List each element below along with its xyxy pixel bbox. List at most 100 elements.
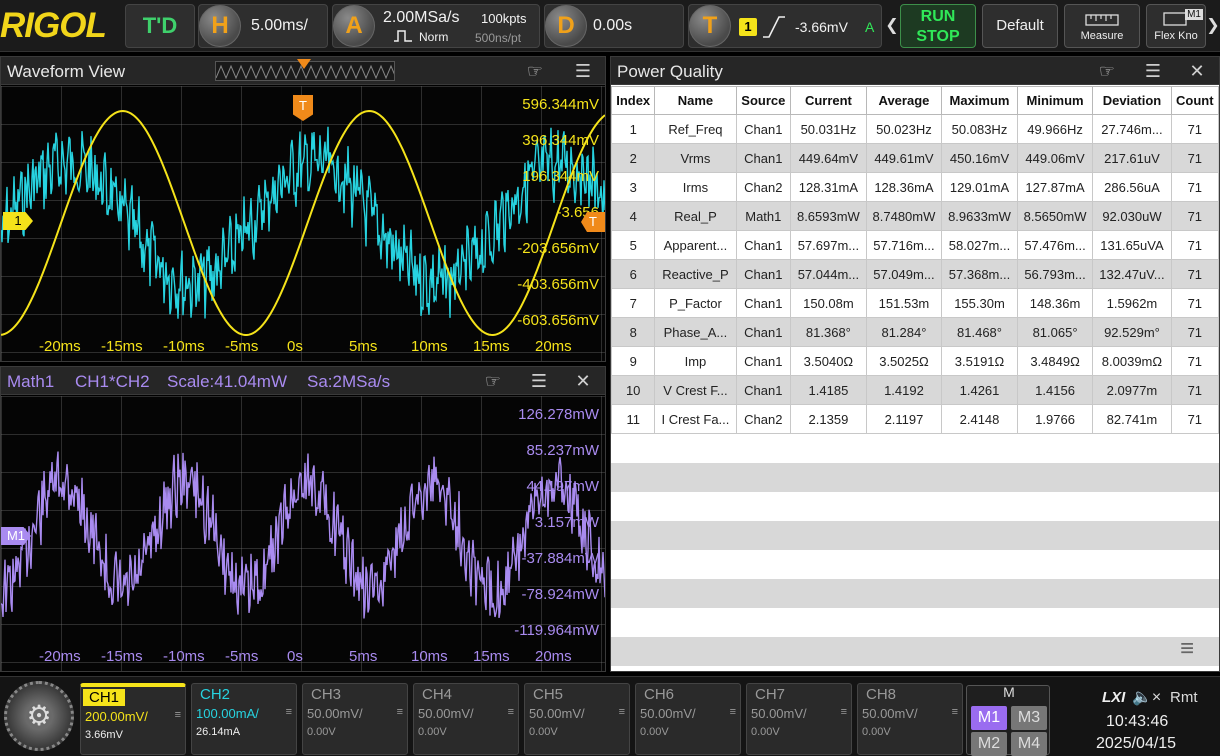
- timebase-value: 5.00ms/: [251, 17, 308, 34]
- toolbar-scroll-right-button[interactable]: ❯: [1206, 4, 1220, 48]
- table-row[interactable]: 7 P_Factor Chan1 150.08m 151.53m 155.30m 148.3…: [611, 288, 1219, 318]
- table-cell: Chan1: [735, 346, 792, 376]
- channel-name: CH3: [311, 686, 342, 703]
- speaker-mute-icon[interactable]: 🔈×: [1132, 687, 1161, 707]
- table-cell: 150.08m: [790, 288, 867, 318]
- table-cell: 8.6593mW: [790, 201, 867, 231]
- toolbar-scroll-left-button[interactable]: ❮: [885, 4, 899, 48]
- channel-offset: 0.00V: [529, 726, 558, 738]
- table-cell: V Crest F...: [654, 375, 737, 405]
- table-cell: 71: [1170, 375, 1219, 405]
- channel-card-ch6[interactable]: CH6 50.00mV/0.00V ≡: [635, 683, 741, 755]
- close-icon[interactable]: ✕: [1185, 59, 1209, 83]
- table-row[interactable]: 4 Real_P Math1 8.6593mW 8.7480mW 8.9633mW 8.56…: [611, 201, 1219, 231]
- column-header[interactable]: Average: [865, 86, 943, 115]
- table-cell: Math1: [735, 201, 792, 231]
- table-cell: 81.284°: [865, 317, 943, 347]
- table-cell: 92.529m°: [1092, 317, 1172, 347]
- horizontal-control[interactable]: H 5.00ms/: [198, 4, 328, 48]
- table-cell: 71: [1170, 317, 1219, 347]
- x-tick-label: -20ms: [39, 338, 81, 355]
- table-row[interactable]: 8 Phase_A... Chan1 81.368° 81.284° 81.468° 81.…: [611, 317, 1219, 347]
- column-header[interactable]: Name: [654, 86, 737, 115]
- channel-card-ch1[interactable]: CH1 200.00mV/3.66mV ≡: [80, 683, 186, 755]
- table-cell: 71: [1170, 114, 1219, 144]
- x-tick-label: 10ms: [411, 648, 448, 665]
- table-cell: 71: [1170, 230, 1219, 260]
- table-row[interactable]: 5 Apparent... Chan1 57.697m... 57.716m... 58.…: [611, 230, 1219, 260]
- column-header[interactable]: Source: [735, 86, 792, 115]
- trigger-control[interactable]: T 1 -3.66mV A: [688, 4, 882, 48]
- channel-card-ch4[interactable]: CH4 50.00mV/0.00V ≡: [413, 683, 519, 755]
- menu-icon[interactable]: ☰: [571, 59, 595, 83]
- table-cell: Chan1: [735, 143, 792, 173]
- table-cell: 450.16mV: [941, 143, 1018, 173]
- touch-icon[interactable]: ☞: [481, 369, 505, 393]
- table-cell: 57.716m...: [865, 230, 943, 260]
- table-row[interactable]: 10 V Crest F... Chan1 1.4185 1.4192 1.4261 1.4…: [611, 375, 1219, 405]
- column-header[interactable]: Minimum: [1016, 86, 1094, 115]
- collapse-icon[interactable]: ≡: [1167, 635, 1207, 663]
- run-stop-button[interactable]: RUN STOP: [900, 4, 976, 48]
- lxi-icon: LXI: [1102, 689, 1126, 706]
- td-button[interactable]: T'D: [125, 4, 195, 48]
- default-button[interactable]: Default: [982, 4, 1058, 48]
- menu-icon[interactable]: ☰: [1141, 59, 1165, 83]
- table-row[interactable]: 3 Irms Chan2 128.31mA 128.36mA 129.01mA 127.87…: [611, 172, 1219, 202]
- touch-icon[interactable]: ☞: [1095, 59, 1119, 83]
- x-tick-label: -5ms: [225, 338, 259, 355]
- math-title: Math1: [7, 372, 55, 391]
- table-cell: 8.5650mW: [1016, 201, 1094, 231]
- power-quality-table: Index Name Source Current Average Maximum Mini…: [611, 86, 1219, 434]
- gear-icon[interactable]: ⚙: [4, 681, 74, 751]
- channel-card-ch7[interactable]: CH7 50.00mV/0.00V ≡: [746, 683, 852, 755]
- m3-button[interactable]: M3: [1011, 706, 1047, 730]
- table-cell: Chan1: [735, 288, 792, 318]
- m4-button[interactable]: M4: [1011, 732, 1047, 756]
- y-tick-label: -603.656mV: [517, 312, 599, 329]
- column-header[interactable]: Deviation: [1092, 86, 1172, 115]
- table-row[interactable]: 2 Vrms Chan1 449.64mV 449.61mV 450.16mV 449.06…: [611, 143, 1219, 173]
- acquire-control[interactable]: A 2.00MSa/s 100kpts Norm 500ns/pt: [332, 4, 540, 48]
- channel-card-ch2[interactable]: CH2 100.00mA/26.14mA ≡: [191, 683, 297, 755]
- table-cell: Phase_A...: [654, 317, 737, 347]
- column-header[interactable]: Index: [611, 86, 656, 115]
- y-tick-label: -119.964mW: [514, 622, 599, 639]
- close-icon[interactable]: ✕: [571, 369, 595, 393]
- power-quality-title: Power Quality: [617, 62, 723, 81]
- table-cell: 148.36m: [1016, 288, 1094, 318]
- delay-control[interactable]: D 0.00s: [544, 4, 684, 48]
- table-cell: I Crest Fa...: [654, 404, 737, 434]
- x-tick-label: 5ms: [349, 338, 378, 355]
- m2-button[interactable]: M2: [971, 732, 1007, 756]
- x-tick-label: 0s: [287, 338, 303, 355]
- table-cell: 3: [611, 172, 656, 202]
- math-channel-group: M M1 M3 M2 M4: [966, 684, 1050, 756]
- menu-icon[interactable]: ☰: [527, 369, 551, 393]
- table-row[interactable]: 11 I Crest Fa... Chan2 2.1359 2.1197 2.4148 1.…: [611, 404, 1219, 434]
- flex-knob-button[interactable]: M1 Flex Kno: [1146, 4, 1206, 48]
- measure-button[interactable]: Measure: [1064, 4, 1140, 48]
- table-row[interactable]: 1 Ref_Freq Chan1 50.031Hz 50.023Hz 50.083Hz 49…: [611, 114, 1219, 144]
- waveform-plot-area[interactable]: 596.344mV 396.344mV 196.344mV -3.656 -203.65…: [1, 86, 605, 361]
- trigger-level-value: -3.66mV: [795, 19, 848, 35]
- clock-time: 10:43:46: [1106, 713, 1169, 730]
- math-plot-area[interactable]: 126.278mW 85.237mW 44.197mW 3.157mW -37.884m…: [1, 396, 605, 671]
- channel-card-ch3[interactable]: CH3 50.00mV/0.00V ≡: [302, 683, 408, 755]
- touch-icon[interactable]: ☞: [523, 59, 547, 83]
- table-row[interactable]: 9 Imp Chan1 3.5040Ω 3.5025Ω 3.5191Ω 3.4849Ω 8.0…: [611, 346, 1219, 376]
- channel-card-ch5[interactable]: CH5 50.00mV/0.00V ≡: [524, 683, 630, 755]
- m1-button[interactable]: M1: [971, 706, 1007, 730]
- channel-scale: 50.00mV/: [751, 706, 807, 721]
- table-cell: 71: [1170, 143, 1219, 173]
- table-cell: Chan1: [735, 375, 792, 405]
- table-cell: 3.5025Ω: [865, 346, 943, 376]
- stop-label: STOP: [916, 28, 960, 45]
- column-header[interactable]: Maximum: [941, 86, 1018, 115]
- channel-name: CH2: [200, 686, 231, 703]
- channel-card-ch8[interactable]: CH8 50.00mV/0.00V ≡: [857, 683, 963, 755]
- table-row[interactable]: 6 Reactive_P Chan1 57.044m... 57.049m... 57.3…: [611, 259, 1219, 289]
- column-header[interactable]: Count: [1170, 86, 1219, 115]
- column-header[interactable]: Current: [790, 86, 867, 115]
- menu-icon: ≡: [729, 706, 736, 718]
